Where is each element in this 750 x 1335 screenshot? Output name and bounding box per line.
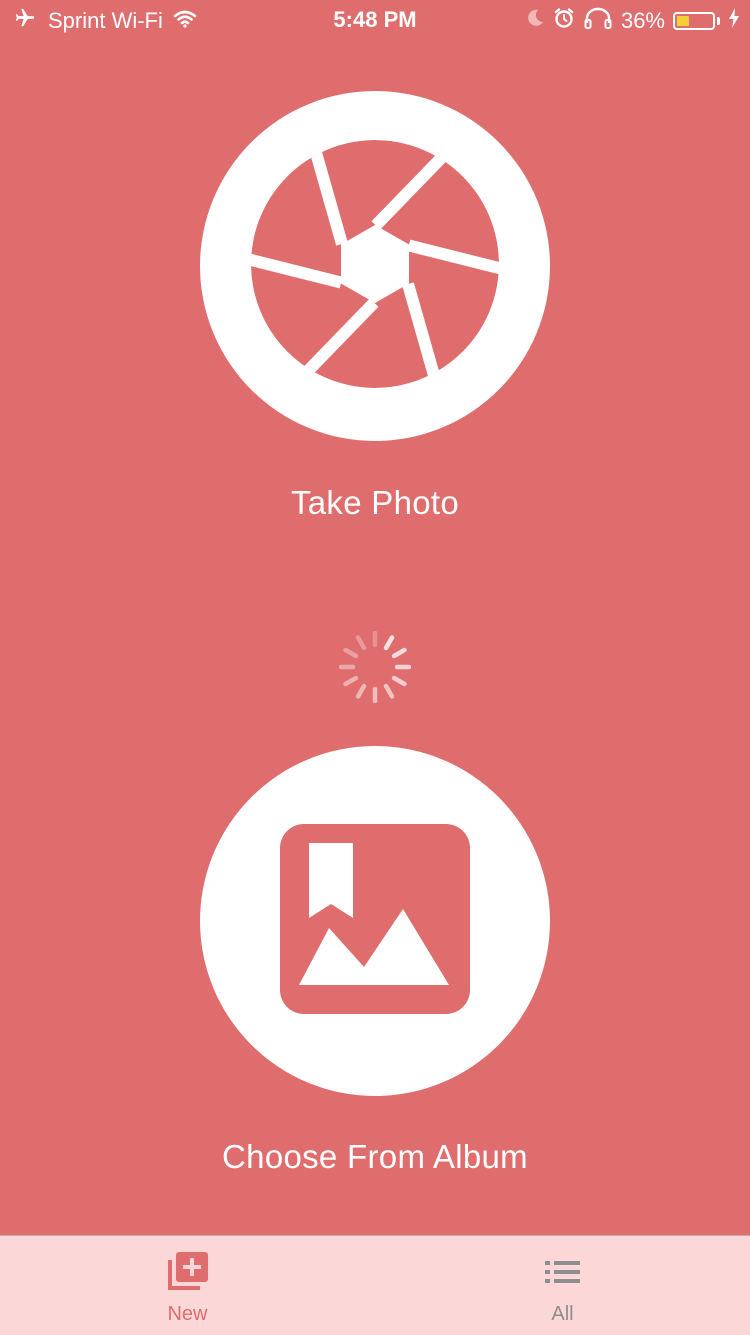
spinner-tick (355, 635, 367, 651)
loading-spinner (339, 631, 411, 703)
choose-from-album-button[interactable] (200, 746, 550, 1096)
tab-all[interactable]: All (375, 1236, 750, 1335)
tab-bar: New All (0, 1235, 750, 1335)
spinner-tick (343, 647, 359, 659)
camera-shutter-icon (250, 139, 500, 394)
take-photo-label: Take Photo (290, 484, 460, 521)
battery-percent: 36% (620, 8, 665, 33)
spinner-tick (355, 683, 367, 699)
battery-fill (677, 16, 689, 26)
add-collection-icon (166, 1252, 210, 1297)
alarm-icon (553, 7, 575, 35)
headphones-icon (583, 7, 613, 35)
choose-from-album-label: Choose From Album (222, 1138, 528, 1175)
take-photo-button[interactable] (200, 91, 550, 441)
photo-album-icon (280, 823, 470, 1019)
tab-new[interactable]: New (0, 1236, 375, 1335)
battery-icon (673, 12, 715, 30)
moon-icon (525, 8, 545, 34)
spinner-tick (391, 675, 407, 687)
tab-new-label: New (167, 1303, 208, 1325)
list-icon (543, 1252, 583, 1297)
status-right: 36% (525, 7, 740, 35)
charging-icon (728, 8, 740, 34)
spinner-tick (391, 647, 407, 659)
status-bar: Sprint Wi-Fi 5:48 PM 36% (0, 0, 750, 40)
spinner-tick (343, 675, 359, 687)
spinner-tick (383, 635, 395, 651)
spinner-tick (383, 683, 395, 699)
battery-tip (717, 17, 720, 25)
tab-all-label: All (551, 1303, 574, 1325)
